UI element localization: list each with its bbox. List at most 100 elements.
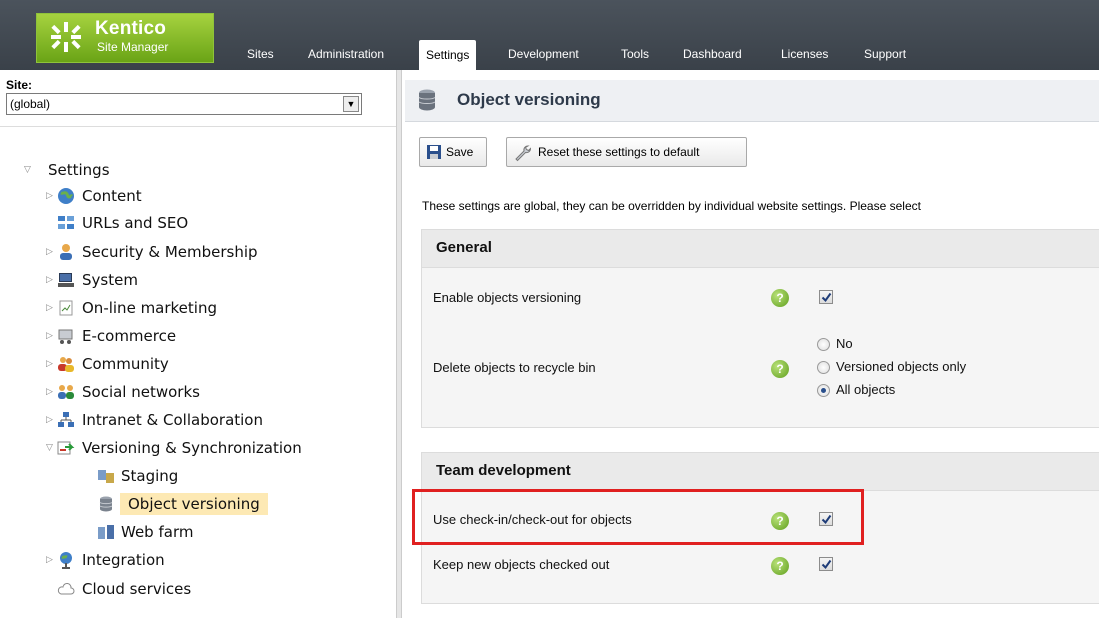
cloud-icon <box>57 583 75 595</box>
brand-name: Kentico <box>95 18 167 39</box>
global-settings-description: These settings are global, they can be o… <box>422 199 921 213</box>
expand-triangle-icon[interactable]: ▷ <box>46 191 56 201</box>
toolbar: Save Reset these settings to default <box>405 123 1099 181</box>
tab-support[interactable]: Support <box>864 47 906 70</box>
tree-root-label: Settings <box>48 161 110 179</box>
radio-button[interactable] <box>817 384 830 397</box>
tree-item-object-versioning[interactable]: Object versioning <box>0 493 300 515</box>
radio-label: All objects <box>836 382 896 397</box>
tree-item-label: System <box>82 271 138 289</box>
tree-item-label: Cloud services <box>82 580 192 598</box>
collapse-triangle-icon[interactable]: ▽ <box>24 165 34 175</box>
check-in-out-checkbox[interactable] <box>819 512 833 526</box>
collapse-triangle-icon[interactable]: ▽ <box>46 443 56 453</box>
computer-icon <box>58 273 74 287</box>
tree-item-staging[interactable]: Staging <box>0 465 300 487</box>
tree-item-integration[interactable]: ▷ Integration <box>0 549 300 571</box>
tree-item-label: Versioning & Synchronization <box>82 439 302 457</box>
radio-button[interactable] <box>817 338 830 351</box>
top-bar: Kentico Site Manager Sites Administratio… <box>0 0 1099 70</box>
help-icon[interactable]: ? <box>771 512 789 530</box>
tree-item-security[interactable]: ▷ Security & Membership <box>0 241 300 263</box>
help-icon[interactable]: ? <box>771 360 789 378</box>
tab-administration[interactable]: Administration <box>308 47 384 70</box>
panel-splitter[interactable] <box>396 70 402 618</box>
group-header: General <box>422 230 1099 268</box>
kentico-logo[interactable]: Kentico Site Manager <box>36 13 214 63</box>
help-icon[interactable]: ? <box>771 557 789 575</box>
expand-triangle-icon[interactable]: ▷ <box>46 415 56 425</box>
tree-item-label: Content <box>82 187 142 205</box>
tree-item-label: E-commerce <box>82 327 177 345</box>
tree-item-versioning-sync[interactable]: ▽ Versioning & Synchronization <box>0 437 340 459</box>
tree-item-label: Community <box>82 355 169 373</box>
tree-item-intranet[interactable]: ▷ Intranet & Collaboration <box>0 409 320 431</box>
enable-versioning-checkbox[interactable] <box>819 290 833 304</box>
checkmark-icon <box>821 559 832 570</box>
tab-tools[interactable]: Tools <box>621 47 649 70</box>
setting-label: Enable objects versioning <box>433 290 582 305</box>
chart-icon <box>59 300 73 316</box>
save-button[interactable]: Save <box>419 137 487 167</box>
settings-group-general: General Enable objects versioning ? Dele… <box>421 229 1099 428</box>
user-icon <box>60 244 72 260</box>
tree-item-label: Integration <box>82 551 165 569</box>
tree-item-label: Social networks <box>82 383 200 401</box>
group-header: Team development <box>422 453 1099 491</box>
expand-triangle-icon[interactable]: ▷ <box>46 275 56 285</box>
expand-triangle-icon[interactable]: ▷ <box>46 247 56 257</box>
settings-group-team-development: Team development Use check-in/check-out … <box>421 452 1099 604</box>
network-icon <box>58 412 74 427</box>
tree-item-ecommerce[interactable]: ▷ E-commerce <box>0 325 300 347</box>
reset-defaults-button[interactable]: Reset these settings to default <box>506 137 747 167</box>
setting-label: Delete objects to recycle bin <box>433 360 596 375</box>
chevron-down-icon[interactable]: ▼ <box>343 96 359 112</box>
group-icon <box>58 357 74 372</box>
tree-item-social-networks[interactable]: ▷ Social networks <box>0 381 300 403</box>
site-select[interactable]: (global) ▼ <box>6 93 362 115</box>
checkmark-icon <box>821 292 832 303</box>
tree-item-urls-seo[interactable]: URLs and SEO <box>0 212 300 234</box>
tree-item-system[interactable]: ▷ System <box>0 269 300 291</box>
server-icon <box>98 525 114 539</box>
reset-label: Reset these settings to default <box>538 145 700 159</box>
integration-icon <box>60 552 72 569</box>
tree-item-label: Web farm <box>121 523 194 541</box>
divider <box>0 126 396 127</box>
expand-triangle-icon[interactable]: ▷ <box>46 331 56 341</box>
brand-subtitle: Site Manager <box>97 40 169 54</box>
expand-triangle-icon[interactable]: ▷ <box>46 555 56 565</box>
sync-icon <box>57 441 75 455</box>
help-icon[interactable]: ? <box>771 289 789 307</box>
database-icon <box>99 496 113 512</box>
tab-sites[interactable]: Sites <box>247 47 274 70</box>
site-label: Site: <box>6 78 33 92</box>
tree-item-label: URLs and SEO <box>82 214 189 232</box>
expand-triangle-icon[interactable]: ▷ <box>46 303 56 313</box>
expand-triangle-icon[interactable]: ▷ <box>46 359 56 369</box>
tab-dashboard[interactable]: Dashboard <box>683 47 742 70</box>
cart-icon <box>58 329 73 344</box>
radio-button[interactable] <box>817 361 830 374</box>
group-title: General <box>436 239 492 256</box>
page-header: Object versioning <box>405 80 1099 122</box>
tree-root-settings[interactable]: ▽ Settings <box>0 159 300 181</box>
sitemap-icon <box>58 216 74 229</box>
people-icon <box>58 385 74 399</box>
tree-item-label: On-line marketing <box>82 299 217 317</box>
tree-item-community[interactable]: ▷ Community <box>0 353 300 375</box>
tree-item-cloud-services[interactable]: Cloud services <box>0 578 300 600</box>
tab-settings[interactable]: Settings <box>419 40 477 70</box>
tree-item-web-farm[interactable]: Web farm <box>0 521 300 543</box>
tab-licenses[interactable]: Licenses <box>781 47 828 70</box>
tab-development[interactable]: Development <box>508 47 579 70</box>
group-title: Team development <box>436 462 571 479</box>
tree-item-label: Security & Membership <box>82 243 258 261</box>
expand-triangle-icon[interactable]: ▷ <box>46 387 56 397</box>
keep-checked-out-checkbox[interactable] <box>819 557 833 571</box>
staging-icon <box>98 470 114 483</box>
tree-item-label: Object versioning <box>120 493 268 515</box>
wrench-icon <box>515 145 531 162</box>
tree-item-online-marketing[interactable]: ▷ On-line marketing <box>0 297 300 319</box>
tree-item-content[interactable]: ▷ Content <box>0 185 300 207</box>
